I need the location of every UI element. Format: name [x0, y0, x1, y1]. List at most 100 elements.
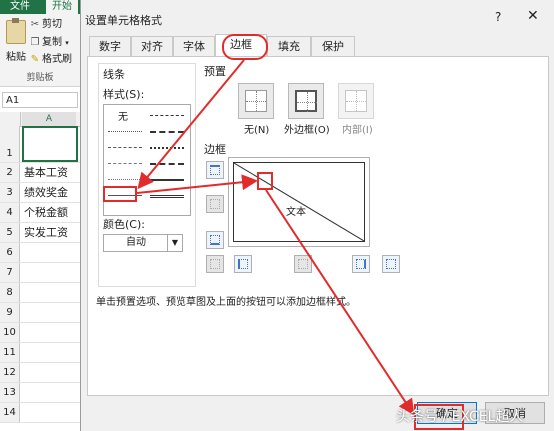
select-all-corner[interactable] — [0, 112, 21, 126]
preset-outline-button[interactable] — [288, 83, 324, 119]
cell[interactable] — [22, 303, 78, 322]
tab-font[interactable]: 字体 — [173, 36, 215, 56]
row-number[interactable]: 8 — [0, 283, 20, 302]
column-header-a[interactable]: A — [22, 112, 76, 126]
column-header-row: A — [0, 112, 80, 127]
copy-icon: ❐ — [30, 37, 40, 48]
cell[interactable]: 个税金额 — [22, 203, 78, 222]
file-tab[interactable]: 文件 — [4, 0, 36, 14]
border-right-button[interactable] — [352, 255, 370, 273]
row-number[interactable]: 5 — [0, 223, 20, 242]
sheet-row[interactable]: 11 — [0, 343, 80, 363]
preset-outline-icon — [295, 90, 317, 112]
style-option[interactable] — [150, 115, 184, 116]
color-select[interactable]: 自动 ▼ — [103, 234, 183, 252]
sheet-row[interactable]: 10 — [0, 323, 80, 343]
style-none-option[interactable]: 无 — [118, 108, 128, 123]
cell[interactable] — [22, 363, 78, 382]
copy-button[interactable]: ❐ 复制 ▾ — [30, 36, 69, 50]
diagonal-down-icon — [386, 259, 396, 269]
cell[interactable] — [22, 403, 78, 422]
help-button[interactable]: ? — [495, 10, 501, 24]
name-box[interactable]: A1 — [2, 92, 78, 108]
preset-none-button[interactable] — [238, 83, 274, 119]
format-cells-dialog: 设置单元格格式 ? ✕ 数字 对齐 字体 边框 填充 保护 线条 样式(S): … — [80, 0, 554, 431]
sheet-row[interactable]: 9 — [0, 303, 80, 323]
style-dash-dot-option[interactable] — [108, 179, 142, 180]
preset-inside-button[interactable] — [338, 83, 374, 119]
border-preview[interactable]: 文本 — [228, 157, 370, 247]
row-number[interactable]: 6 — [0, 243, 20, 262]
style-option[interactable] — [150, 131, 184, 133]
row-number[interactable]: 7 — [0, 263, 20, 282]
cell[interactable] — [22, 343, 78, 362]
border-top-icon — [210, 165, 220, 175]
row-number[interactable]: 1 — [0, 126, 20, 162]
border-section-label: 边框 — [204, 143, 226, 156]
row-number[interactable]: 2 — [0, 163, 20, 182]
line-group: 线条 样式(S): 无 颜色(C): 自动 ▼ — [98, 63, 196, 287]
style-double-option[interactable] — [150, 195, 184, 198]
cell[interactable] — [22, 323, 78, 342]
cell[interactable]: 绩效奖金 — [22, 183, 78, 202]
row-number[interactable]: 12 — [0, 363, 20, 382]
preview-cell[interactable]: 文本 — [233, 162, 365, 242]
chevron-down-icon[interactable]: ▼ — [167, 235, 182, 251]
sheet-row[interactable]: 13 — [0, 383, 80, 403]
cell[interactable] — [22, 243, 78, 262]
row-number[interactable]: 9 — [0, 303, 20, 322]
sheet-row[interactable]: 4 个税金额 — [0, 203, 80, 223]
row-number[interactable]: 4 — [0, 203, 20, 222]
row-number[interactable]: 14 — [0, 403, 20, 422]
preset-outline-label: 外边框(O) — [284, 125, 330, 136]
sheet-row[interactable]: 2 基本工资 — [0, 163, 80, 183]
cell[interactable]: 实发工资 — [22, 223, 78, 242]
sheet-row[interactable]: 8 — [0, 283, 80, 303]
tab-alignment[interactable]: 对齐 — [131, 36, 173, 56]
tab-protection[interactable]: 保护 — [311, 36, 355, 56]
border-inside-v-icon — [298, 259, 308, 269]
sheet-row[interactable]: 7 — [0, 263, 80, 283]
format-painter-button[interactable]: ✎ 格式刷 — [30, 53, 72, 67]
cell[interactable] — [22, 383, 78, 402]
border-top-button[interactable] — [206, 161, 224, 179]
cell[interactable] — [22, 126, 78, 162]
cut-button[interactable]: ✂ 剪切 — [30, 18, 62, 32]
tab-fill[interactable]: 填充 — [267, 36, 311, 56]
row-number[interactable]: 11 — [0, 343, 20, 362]
paste-button[interactable]: 粘贴 — [4, 18, 28, 68]
style-dotted-option[interactable] — [108, 131, 142, 132]
tab-number[interactable]: 数字 — [89, 36, 131, 56]
sheet-row[interactable]: 3 绩效奖金 — [0, 183, 80, 203]
color-value: 自动 — [126, 237, 146, 248]
cell[interactable] — [22, 263, 78, 282]
border-bottom-icon — [210, 235, 220, 245]
sheet-row[interactable]: 5 实发工资 — [0, 223, 80, 243]
border-diag-down-button[interactable] — [382, 255, 400, 273]
close-icon[interactable]: ✕ — [527, 8, 539, 24]
style-option[interactable] — [150, 179, 184, 181]
row-number[interactable]: 10 — [0, 323, 20, 342]
border-inside-h-button[interactable] — [206, 195, 224, 213]
border-diag-up-button[interactable] — [206, 255, 224, 273]
style-dash-option[interactable] — [108, 163, 142, 164]
sheet-row[interactable]: 1 — [0, 126, 80, 163]
preview-text: 文本 — [286, 207, 306, 218]
cell[interactable]: 基本工资 — [22, 163, 78, 182]
preset-inside-label: 内部(I) — [342, 125, 373, 136]
home-tab[interactable]: 开始 — [46, 0, 78, 14]
border-bottom-button[interactable] — [206, 231, 224, 249]
sheet-row[interactable]: 12 — [0, 363, 80, 383]
sheet-row[interactable]: 14 — [0, 403, 80, 423]
row-number[interactable]: 13 — [0, 383, 20, 402]
style-option[interactable] — [150, 163, 184, 165]
border-inside-h-icon — [210, 199, 220, 209]
border-left-icon — [238, 259, 248, 269]
cell[interactable] — [22, 283, 78, 302]
style-option[interactable] — [150, 147, 184, 149]
sheet-row[interactable]: 6 — [0, 243, 80, 263]
border-left-button[interactable] — [234, 255, 252, 273]
style-dashed-option[interactable] — [108, 147, 142, 148]
border-inside-v-button[interactable] — [294, 255, 312, 273]
row-number[interactable]: 3 — [0, 183, 20, 202]
